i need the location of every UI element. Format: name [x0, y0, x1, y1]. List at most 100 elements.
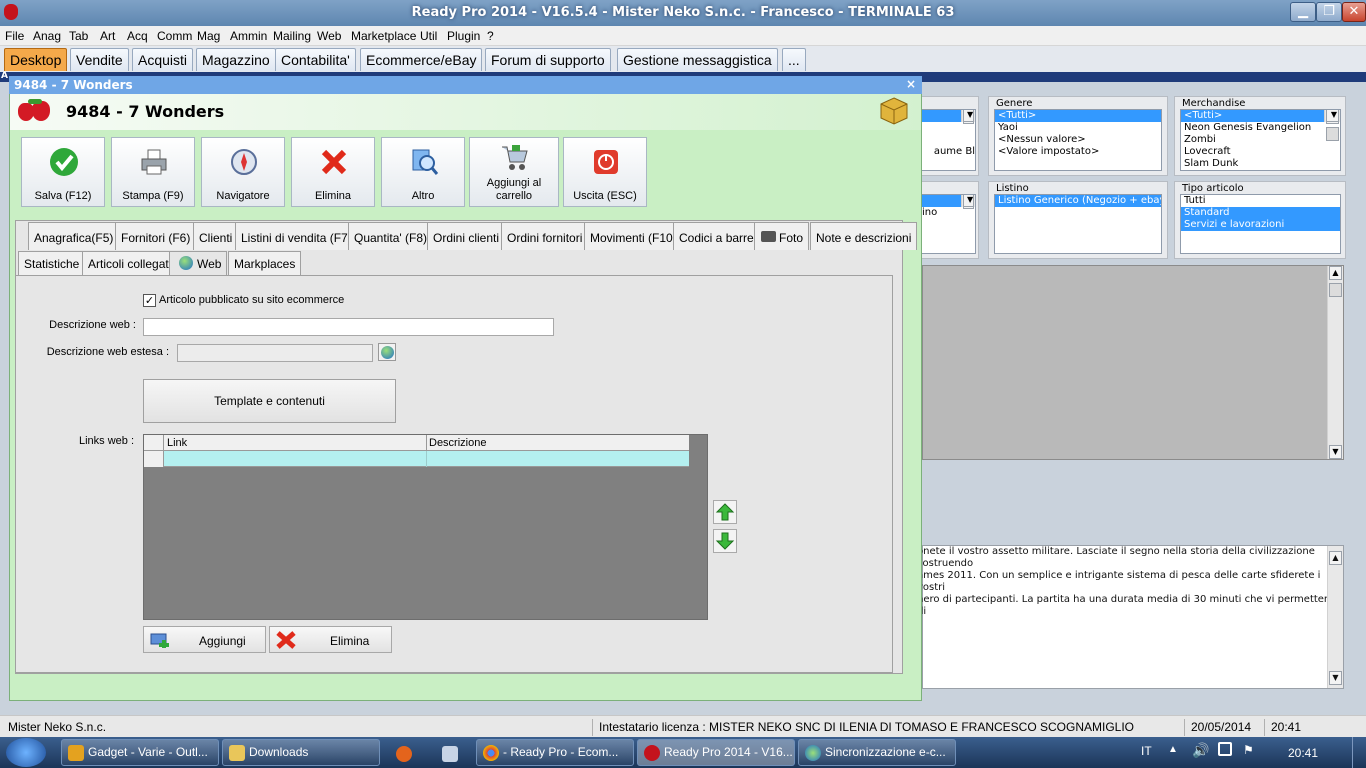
list-item[interactable]: Yaoi	[995, 122, 1161, 134]
desc-web-input[interactable]	[143, 318, 554, 336]
taskbar-outlook[interactable]: Gadget - Varie - Outl...	[61, 739, 219, 766]
list-item[interactable]: Standard	[1181, 207, 1340, 219]
move-up-button[interactable]	[713, 500, 737, 524]
list-item[interactable]: Slam Dunk	[1181, 158, 1340, 170]
column-link[interactable]: Link	[167, 437, 187, 449]
tab-desktop[interactable]: Desktop	[4, 48, 68, 71]
table-row[interactable]	[144, 451, 689, 467]
listino-list[interactable]: Listino Generico (Negozio + ebay)	[994, 194, 1162, 254]
tab-forum[interactable]: Forum di supporto	[485, 48, 611, 71]
tab-ecommerce[interactable]: Ecommerce/eBay	[360, 48, 483, 71]
tab-fornitori[interactable]: Fornitori (F6)	[115, 222, 197, 250]
scrollbar[interactable]: ▲▼	[1327, 546, 1343, 688]
list-item[interactable]: Neon Genesis Evangelion	[1181, 122, 1340, 134]
merchandise-list[interactable]: <Tutti> Neon Genesis Evangelion Zombi Lo…	[1180, 109, 1341, 171]
tab-contabilita[interactable]: Contabilita'	[275, 48, 356, 71]
stampa-button[interactable]: Stampa (F9)	[111, 137, 195, 207]
menu-art[interactable]: Art	[100, 29, 115, 43]
edit-html-button[interactable]	[378, 343, 396, 361]
paint-icon[interactable]	[442, 746, 458, 762]
navigatore-button[interactable]: Navigatore	[201, 137, 285, 207]
menu-file[interactable]: File	[5, 29, 24, 43]
tab-listini[interactable]: Listini di vendita (F7)	[235, 222, 358, 250]
scrollbar[interactable]: ▲▼	[1324, 110, 1340, 141]
flag-icon[interactable]: ⚑	[1243, 743, 1254, 757]
maximize-button[interactable]: ❐	[1316, 2, 1342, 22]
aggiungi-link-button[interactable]: Aggiungi	[143, 626, 266, 653]
list-item[interactable]: Tutti	[1181, 195, 1340, 207]
tab-foto[interactable]: Foto	[754, 222, 810, 250]
menu-help[interactable]: ?	[487, 29, 494, 43]
tab-markplaces[interactable]: Markplaces	[228, 251, 302, 276]
list-item[interactable]: <Valore impostato>	[995, 146, 1161, 158]
aggiungi-carrello-button[interactable]: Aggiungi al carrello	[469, 137, 559, 207]
scrollbar[interactable]: ▲▼	[1327, 266, 1343, 459]
move-down-button[interactable]	[713, 529, 737, 553]
taskbar-sync[interactable]: Sincronizzazione e-c...	[798, 739, 956, 766]
salva-button[interactable]: Salva (F12)	[21, 137, 105, 207]
tab-quantita[interactable]: Quantita' (F8)	[348, 222, 433, 250]
uscita-button[interactable]: Uscita (ESC)	[563, 137, 647, 207]
altro-button[interactable]: Altro	[381, 137, 465, 207]
list-item[interactable]: Listino Generico (Negozio + ebay)	[995, 195, 1161, 207]
start-button[interactable]	[6, 738, 46, 767]
tab-vendite[interactable]: Vendite	[70, 48, 129, 71]
scrollbar[interactable]: ▲▼	[961, 110, 975, 124]
desc-web-estesa-field[interactable]	[177, 344, 373, 362]
tab-magazzino[interactable]: Magazzino	[196, 48, 276, 71]
menu-ammin[interactable]: Ammin	[230, 29, 267, 43]
list-item[interactable]: <Tutti>	[995, 110, 1161, 122]
links-grid[interactable]: Link Descrizione	[143, 434, 708, 620]
menu-util[interactable]: Util	[420, 29, 437, 43]
list-item[interactable]: Lovecraft	[1181, 146, 1340, 158]
tab-movimenti[interactable]: Movimenti (F10)	[584, 222, 683, 250]
tab-articoli-collegati[interactable]: Articoli collegati	[82, 251, 178, 276]
taskbar-clock[interactable]: 20:41	[1288, 746, 1318, 760]
menu-plugin[interactable]: Plugin	[447, 29, 480, 43]
tab-clienti[interactable]: Clienti	[193, 222, 239, 250]
scrollbar[interactable]: ▲▼	[961, 195, 975, 209]
show-desktop-button[interactable]	[1352, 737, 1366, 768]
menu-anag[interactable]: Anag	[33, 29, 61, 43]
list-item[interactable]: <Nessun valore>	[995, 134, 1161, 146]
elimina-link-button[interactable]: Elimina	[269, 626, 392, 653]
taskbar-downloads[interactable]: Downloads	[222, 739, 380, 766]
tray-up-icon[interactable]: ▲	[1168, 744, 1178, 755]
list-item[interactable]: <Tutti>	[1181, 110, 1324, 122]
menu-web[interactable]: Web	[317, 29, 341, 43]
tab-statistiche[interactable]: Statistiche	[18, 251, 86, 276]
tipo-list[interactable]: Tutti Standard Servizi e lavorazioni	[1180, 194, 1341, 254]
published-checkbox[interactable]: ✓	[143, 294, 156, 307]
minimize-button[interactable]: ▁	[1290, 2, 1316, 22]
template-contenuti-button[interactable]: Template e contenuti	[143, 379, 396, 423]
tab-ordini-clienti[interactable]: Ordini clienti	[427, 222, 506, 250]
menu-mag[interactable]: Mag	[197, 29, 220, 43]
list-item[interactable]: Servizi e lavorazioni	[1181, 219, 1340, 231]
dialog-close-button[interactable]: ×	[906, 77, 916, 91]
genere-list[interactable]: <Tutti> Yaoi <Nessun valore> <Valore imp…	[994, 109, 1162, 171]
menu-acq[interactable]: Acq	[127, 29, 148, 43]
tab-messaggistica[interactable]: Gestione messaggistica	[617, 48, 778, 71]
volume-icon[interactable]: 🔊	[1192, 742, 1209, 759]
close-window-button[interactable]: ✕	[1342, 2, 1366, 22]
menu-comm[interactable]: Comm	[157, 29, 192, 43]
tab-note-descrizioni[interactable]: Note e descrizioni	[810, 222, 918, 250]
network-icon[interactable]	[1218, 742, 1232, 756]
taskbar-chrome[interactable]: - Ready Pro - Ecom...	[476, 739, 634, 766]
column-descrizione[interactable]: Descrizione	[429, 437, 486, 449]
elimina-button[interactable]: Elimina	[291, 137, 375, 207]
language-indicator[interactable]: IT	[1141, 744, 1152, 758]
taskbar-readypro[interactable]: Ready Pro 2014 - V16...	[637, 739, 795, 766]
tab-ordini-fornitori[interactable]: Ordini fornitori	[501, 222, 589, 250]
tab-more[interactable]: ...	[782, 48, 806, 71]
tab-acquisti[interactable]: Acquisti	[132, 48, 194, 71]
tab-web[interactable]: Web	[169, 251, 228, 277]
tab-anagrafica[interactable]: Anagrafica(F5)	[28, 222, 120, 250]
menu-mailing[interactable]: Mailing	[273, 29, 311, 43]
folder-icon	[229, 745, 245, 761]
list-item[interactable]: Zombi	[1181, 134, 1340, 146]
menu-tab[interactable]: Tab	[69, 29, 88, 43]
menu-marketplace[interactable]: Marketplace	[351, 29, 416, 43]
firefox-icon[interactable]	[396, 746, 412, 762]
tab-codici-barre[interactable]: Codici a barre	[673, 222, 760, 250]
